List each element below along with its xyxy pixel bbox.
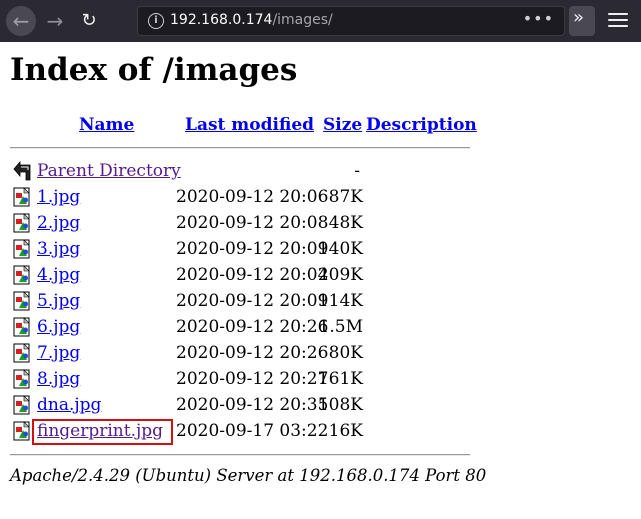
overflow-chevron-icon[interactable]: »: [573, 7, 584, 28]
file-modified: 2020-09-12 20:27: [176, 369, 329, 389]
footer-divider: [10, 454, 470, 456]
file-modified: 2020-09-12 20:08: [176, 213, 329, 233]
image-file-icon: [13, 239, 30, 259]
file-link[interactable]: 6.jpg: [37, 317, 80, 337]
image-file-icon: [13, 265, 30, 285]
file-link[interactable]: 2.jpg: [37, 213, 80, 233]
file-row: 5.jpg 2020-09-12 20:09 114K: [10, 289, 470, 315]
file-link[interactable]: 8.jpg: [37, 369, 80, 389]
header-divider: [10, 147, 470, 149]
file-size: 87K: [328, 187, 363, 207]
column-header-size[interactable]: Size: [323, 115, 362, 135]
back-button[interactable]: ←: [6, 6, 36, 36]
image-file-icon: [13, 187, 30, 207]
image-file-icon: [13, 317, 30, 337]
file-row: dna.jpg 2020-09-12 20:35 108K: [10, 393, 470, 419]
file-modified: 2020-09-12 20:09: [176, 291, 329, 311]
url-text[interactable]: 192.168.0.174/images/: [170, 12, 333, 28]
file-modified: 2020-09-12 20:26: [176, 343, 329, 363]
file-row: 2.jpg 2020-09-12 20:08 48K: [10, 211, 470, 237]
image-file-icon: [13, 395, 30, 415]
file-link[interactable]: 4.jpg: [37, 265, 80, 285]
image-file-icon: [13, 369, 30, 389]
column-header-last-modified[interactable]: Last modified: [185, 115, 314, 135]
reload-button[interactable]: ↻: [74, 6, 104, 36]
column-header-description[interactable]: Description: [366, 115, 477, 135]
file-link[interactable]: 7.jpg: [37, 343, 80, 363]
file-link[interactable]: 5.jpg: [37, 291, 80, 311]
back-folder-icon: [13, 161, 31, 181]
image-file-icon: [13, 343, 30, 363]
file-modified: 2020-09-12 20:06: [176, 187, 329, 207]
file-size: 108K: [317, 395, 363, 415]
file-link[interactable]: 3.jpg: [37, 239, 80, 259]
file-modified: 2020-09-17 03:22: [176, 421, 329, 441]
file-size: 114K: [317, 291, 363, 311]
file-link[interactable]: 1.jpg: [37, 187, 80, 207]
back-arrow-icon: ←: [12, 9, 30, 33]
url-bar[interactable]: i 192.168.0.174/images/ •••: [137, 6, 565, 36]
parent-directory-row: Parent Directory -: [10, 159, 470, 185]
file-modified: 2020-09-12 20:26: [176, 317, 329, 337]
server-signature: Apache/2.4.29 (Ubuntu) Server at 192.168…: [10, 466, 487, 485]
parent-size: -: [354, 161, 360, 181]
url-host: 192.168.0.174: [170, 12, 273, 28]
image-file-icon: [13, 213, 30, 233]
file-size: 161K: [317, 369, 363, 389]
image-file-icon: [13, 291, 30, 311]
url-path: /images/: [272, 12, 333, 28]
page-title: Index of /images: [10, 52, 298, 88]
file-row: 6.jpg 2020-09-12 20:26 1.5M: [10, 315, 470, 341]
file-size: 16K: [328, 421, 363, 441]
file-modified: 2020-09-12 20:35: [176, 395, 329, 415]
file-size: 48K: [328, 213, 363, 233]
forward-arrow-icon: →: [46, 9, 64, 33]
file-size: 209K: [317, 265, 363, 285]
file-row: 3.jpg 2020-09-12 20:09 140K: [10, 237, 470, 263]
file-size: 80K: [328, 343, 363, 363]
file-size: 1.5M: [318, 317, 363, 337]
file-row: 8.jpg 2020-09-12 20:27 161K: [10, 367, 470, 393]
browser-toolbar: ← → ↻ i 192.168.0.174/images/ ••• »: [0, 0, 641, 42]
forward-button[interactable]: →: [40, 6, 70, 36]
file-row: 4.jpg 2020-09-12 20:04 209K: [10, 263, 470, 289]
reload-icon: ↻: [81, 10, 97, 31]
image-file-icon: [13, 421, 30, 441]
parent-directory-link[interactable]: Parent Directory: [37, 161, 181, 181]
column-header-name[interactable]: Name: [79, 115, 134, 135]
site-info-icon[interactable]: i: [148, 13, 164, 29]
page-actions-icon[interactable]: •••: [523, 9, 554, 28]
file-modified: 2020-09-12 20:09: [176, 239, 329, 259]
file-row: 7.jpg 2020-09-12 20:26 80K: [10, 341, 470, 367]
hamburger-menu-icon[interactable]: [608, 9, 628, 31]
file-row: 1.jpg 2020-09-12 20:06 87K: [10, 185, 470, 211]
file-link[interactable]: dna.jpg: [37, 395, 101, 415]
selection-highlight: [32, 419, 173, 445]
file-modified: 2020-09-12 20:04: [176, 265, 329, 285]
file-size: 140K: [317, 239, 363, 259]
